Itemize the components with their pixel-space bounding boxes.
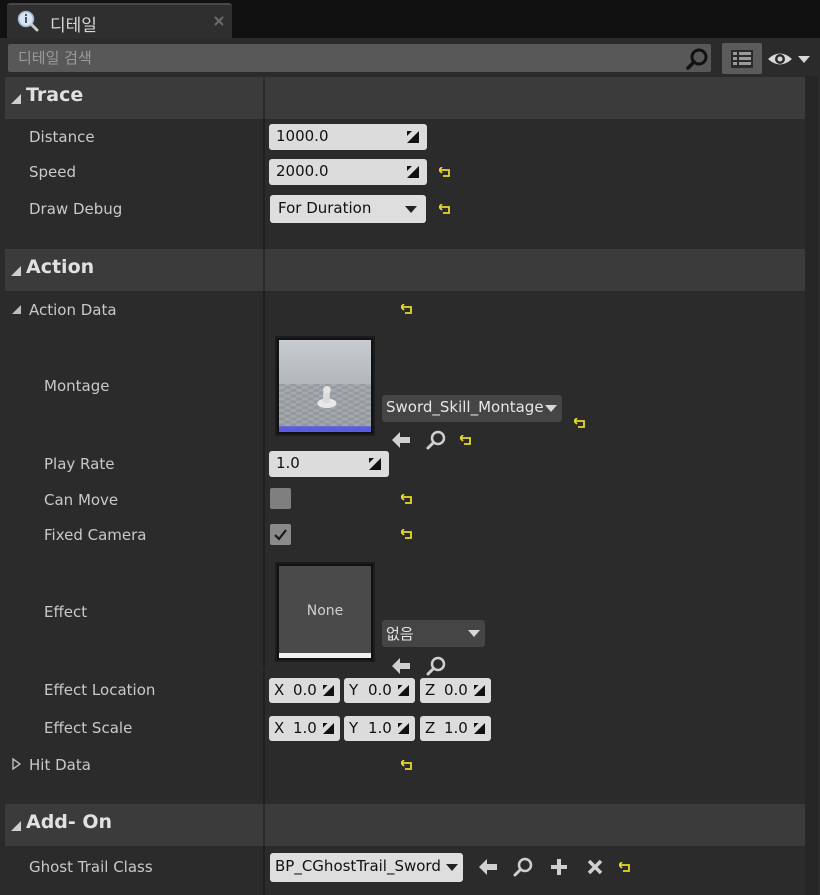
montage-preview-image xyxy=(279,340,371,432)
property-row-ghost-trail-class: Ghost Trail Class BP_CGhostTrail_Sword xyxy=(5,846,805,895)
details-panel: Trace Distance 1000.0 Speed 2000.0 Draw … xyxy=(0,38,820,895)
property-row-play-rate: Play Rate 1.0 xyxy=(5,445,805,481)
drag-handle-icon xyxy=(407,131,419,143)
property-label: Fixed Camera xyxy=(44,526,147,544)
scrollbar-track[interactable] xyxy=(805,76,818,895)
reset-to-default-icon[interactable] xyxy=(439,204,451,215)
tab-title: 디테일 xyxy=(50,16,97,36)
drag-handle-icon xyxy=(474,685,485,696)
property-label: Montage xyxy=(44,377,110,395)
section-action[interactable]: Action xyxy=(5,249,805,291)
effect-scale-y-field[interactable]: Y 1.0 xyxy=(344,716,415,741)
expand-triangle-icon[interactable] xyxy=(12,305,21,314)
expand-triangle-icon[interactable] xyxy=(12,758,21,770)
collapse-triangle-icon[interactable] xyxy=(11,266,21,276)
drag-handle-icon xyxy=(398,685,409,696)
effect-thumbnail[interactable]: None xyxy=(275,562,375,662)
search-input[interactable] xyxy=(8,44,678,72)
property-label: Draw Debug xyxy=(29,200,123,218)
property-label: Effect xyxy=(44,603,88,621)
montage-thumbnail[interactable] xyxy=(275,336,375,436)
drag-handle-icon xyxy=(407,166,419,178)
effect-location-z-field[interactable]: Z 0.0 xyxy=(420,678,491,703)
draw-debug-dropdown[interactable]: For Duration xyxy=(270,195,426,223)
property-row-distance: Distance 1000.0 xyxy=(5,119,805,155)
effect-scale-x-field[interactable]: X 1.0 xyxy=(269,716,340,741)
property-label: Ghost Trail Class xyxy=(29,858,153,876)
property-row-draw-debug: Draw Debug For Duration xyxy=(5,191,805,229)
section-title: Add- On xyxy=(26,811,113,833)
effect-asset-dropdown[interactable]: 없음 xyxy=(382,620,485,647)
property-row-fixed-camera: Fixed Camera xyxy=(5,517,805,553)
search-icon[interactable] xyxy=(685,47,709,71)
play-rate-number-field[interactable]: 1.0 xyxy=(269,451,389,477)
clear-icon[interactable] xyxy=(584,856,606,878)
collapse-triangle-icon[interactable] xyxy=(11,821,21,831)
montage-asset-dropdown[interactable]: Sword_Skill_Montage xyxy=(382,395,562,422)
reset-to-default-icon[interactable] xyxy=(439,167,451,178)
property-row-action-data[interactable]: Action Data xyxy=(5,291,805,329)
property-row-effect: Effect None 없음 xyxy=(5,553,805,676)
eye-icon xyxy=(768,53,810,65)
tab-details[interactable]: 디테일 xyxy=(7,3,232,38)
property-row-hit-data[interactable]: Hit Data xyxy=(5,747,805,783)
view-options-button[interactable] xyxy=(722,43,762,74)
property-row-montage: Montage Sword_Skill_Montage xyxy=(5,329,805,450)
ghost-trail-class-dropdown[interactable]: BP_CGhostTrail_Sword xyxy=(270,853,463,882)
property-label: Effect Location xyxy=(44,681,156,699)
chevron-down-icon xyxy=(405,206,417,213)
property-label: Action Data xyxy=(29,301,117,319)
info-magnifier-icon xyxy=(17,10,39,32)
property-row-can-move: Can Move xyxy=(5,481,805,517)
reset-to-default-icon[interactable] xyxy=(401,760,413,771)
checkmark-icon xyxy=(274,529,287,541)
distance-number-field[interactable]: 1000.0 xyxy=(269,124,427,150)
reset-to-default-icon[interactable] xyxy=(619,862,631,873)
use-selected-arrow-icon[interactable] xyxy=(477,856,499,878)
tab-bar: 디테일 xyxy=(0,0,820,38)
collapse-triangle-icon[interactable] xyxy=(11,94,21,104)
add-new-icon[interactable] xyxy=(548,856,570,878)
close-icon[interactable] xyxy=(213,15,225,27)
reset-to-default-icon[interactable] xyxy=(401,304,413,315)
drag-handle-icon xyxy=(323,685,334,696)
reset-to-default-icon[interactable] xyxy=(401,494,413,505)
drag-handle-icon xyxy=(369,458,381,470)
section-title: Trace xyxy=(26,84,84,106)
effect-location-y-field[interactable]: Y 0.0 xyxy=(344,678,415,703)
property-row-effect-location: Effect Location X 0.0 Y 0.0 Z 0.0 xyxy=(5,671,805,709)
visibility-filter-button[interactable] xyxy=(766,47,814,71)
property-label: Can Move xyxy=(44,491,119,509)
reset-to-default-icon[interactable] xyxy=(574,418,586,429)
reset-to-default-icon[interactable] xyxy=(401,529,413,540)
effect-location-x-field[interactable]: X 0.0 xyxy=(269,678,340,703)
browse-search-icon[interactable] xyxy=(512,856,534,878)
asset-type-bar xyxy=(279,653,371,658)
property-row-effect-scale: Effect Scale X 1.0 Y 1.0 Z 1.0 xyxy=(5,709,805,747)
property-label: Play Rate xyxy=(44,455,115,473)
section-add-on[interactable]: Add- On xyxy=(5,804,805,846)
section-trace[interactable]: Trace xyxy=(5,77,805,119)
property-label: Effect Scale xyxy=(44,719,133,737)
property-label: Hit Data xyxy=(29,756,91,774)
chevron-down-icon xyxy=(446,864,458,871)
property-row-speed: Speed 2000.0 xyxy=(5,155,805,191)
property-label: Distance xyxy=(29,128,95,146)
section-title: Action xyxy=(26,256,95,278)
speed-number-field[interactable]: 2000.0 xyxy=(269,159,427,185)
chevron-down-icon xyxy=(798,56,810,63)
property-label: Speed xyxy=(29,163,77,181)
chevron-down-icon xyxy=(468,630,480,637)
chevron-down-icon xyxy=(545,405,557,412)
thumbnail-none-label: None xyxy=(306,603,344,619)
fixed-camera-checkbox[interactable] xyxy=(270,524,291,545)
list-view-icon xyxy=(731,50,753,68)
drag-handle-icon xyxy=(323,723,334,734)
search-box xyxy=(8,44,711,72)
asset-type-bar xyxy=(279,426,371,432)
can-move-checkbox[interactable] xyxy=(270,488,291,509)
drag-handle-icon xyxy=(474,723,485,734)
effect-scale-z-field[interactable]: Z 1.0 xyxy=(420,716,491,741)
drag-handle-icon xyxy=(398,723,409,734)
